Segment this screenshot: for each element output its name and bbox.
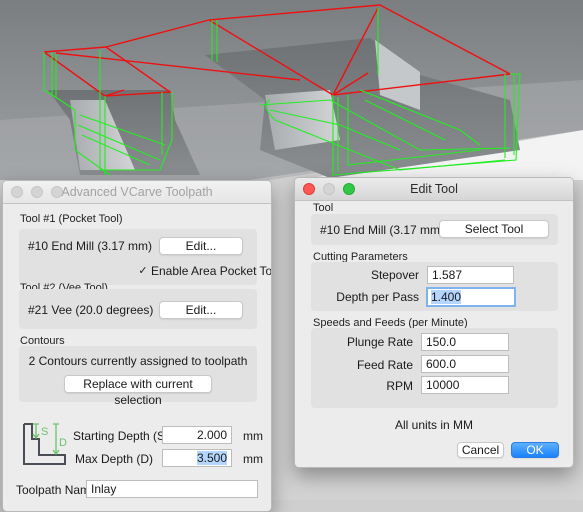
tool1-group: #10 End Mill (3.17 mm) Edit... ✓ Enable … xyxy=(19,229,271,285)
tool2-name: #21 Vee (20.0 degrees) xyxy=(28,303,154,317)
minimize-button[interactable] xyxy=(31,186,43,198)
speeds-group: Plunge Rate 150.0 Feed Rate 600.0 RPM 10… xyxy=(311,328,558,408)
rpm-input[interactable]: 10000 xyxy=(421,376,509,394)
vcarve-titlebar[interactable]: Advanced VCarve Toolpath xyxy=(3,181,271,204)
depth-per-pass-label: Depth per Pass xyxy=(336,290,419,304)
tool-section-label: Tool xyxy=(313,202,334,214)
window-title: Advanced VCarve Toolpath xyxy=(61,185,213,199)
rpm-label: RPM xyxy=(386,379,413,393)
edit-tool-window: Edit Tool Tool #10 End Mill (3.17 mm) Se… xyxy=(294,177,574,468)
plunge-rate-input[interactable]: 150.0 xyxy=(421,333,509,351)
max-depth-unit: mm xyxy=(243,452,263,466)
edit-tool-titlebar[interactable]: Edit Tool xyxy=(295,178,573,201)
starting-depth-unit: mm xyxy=(243,429,263,443)
starting-depth-input[interactable]: 2.000 xyxy=(162,426,232,444)
max-depth-label: Max Depth (D) xyxy=(74,452,153,466)
cancel-button[interactable]: Cancel xyxy=(457,442,504,458)
tool1-edit-button[interactable]: Edit... xyxy=(159,237,243,255)
enable-area-pocket-label[interactable]: Enable Area Pocket Tool xyxy=(151,264,271,278)
depth-per-pass-value: 1.400 xyxy=(431,290,462,304)
tool-group: #10 End Mill (3.17 mm) Select Tool xyxy=(311,214,558,245)
close-button[interactable] xyxy=(303,183,315,195)
units-note: All units in MM xyxy=(394,418,474,432)
replace-selection-button[interactable]: Replace with current selection xyxy=(64,375,212,407)
ok-button[interactable]: OK xyxy=(511,442,559,458)
select-tool-button[interactable]: Select Tool xyxy=(439,220,549,238)
tool2-group: #21 Vee (20.0 degrees) Edit... xyxy=(19,289,257,329)
enable-area-pocket-checkbox[interactable]: ✓ xyxy=(137,265,149,277)
tool2-edit-button[interactable]: Edit... xyxy=(159,301,243,319)
tool1-section-label: Tool #1 (Pocket Tool) xyxy=(20,213,123,225)
plunge-rate-label: Plunge Rate xyxy=(346,335,413,349)
feed-rate-label: Feed Rate xyxy=(356,358,413,372)
zoom-button[interactable] xyxy=(51,186,63,198)
contours-group: 2 Contours currently assigned to toolpat… xyxy=(19,346,257,407)
max-depth-value: 3.500 xyxy=(196,451,227,465)
toolpath-name-label: Toolpath Name xyxy=(16,483,97,497)
stepover-input[interactable]: 1.587 xyxy=(427,266,514,284)
toolpath-name-input[interactable]: Inlay xyxy=(86,480,258,498)
diagram-s-label: S xyxy=(41,426,49,438)
tool1-name: #10 End Mill (3.17 mm) xyxy=(28,239,153,253)
feed-rate-input[interactable]: 600.0 xyxy=(421,355,509,373)
diagram-d-label: D xyxy=(59,437,67,449)
tool-name: #10 End Mill (3.17 mm) xyxy=(320,223,445,237)
zoom-button[interactable] xyxy=(343,183,355,195)
minimize-button[interactable] xyxy=(323,183,335,195)
depth-per-pass-input[interactable]: 1.400 xyxy=(426,287,516,307)
starting-depth-label: Starting Depth (S) xyxy=(73,429,170,443)
vcarve-toolpath-window: Advanced VCarve Toolpath Tool #1 (Pocket… xyxy=(2,180,272,512)
window-title: Edit Tool xyxy=(410,182,458,196)
max-depth-input[interactable]: 3.500 xyxy=(162,449,232,467)
contours-status: 2 Contours currently assigned to toolpat… xyxy=(28,354,248,368)
cutting-group: Stepover 1.587 Depth per Pass 1.400 xyxy=(311,262,558,311)
stepover-label: Stepover xyxy=(370,268,419,282)
close-button[interactable] xyxy=(11,186,23,198)
